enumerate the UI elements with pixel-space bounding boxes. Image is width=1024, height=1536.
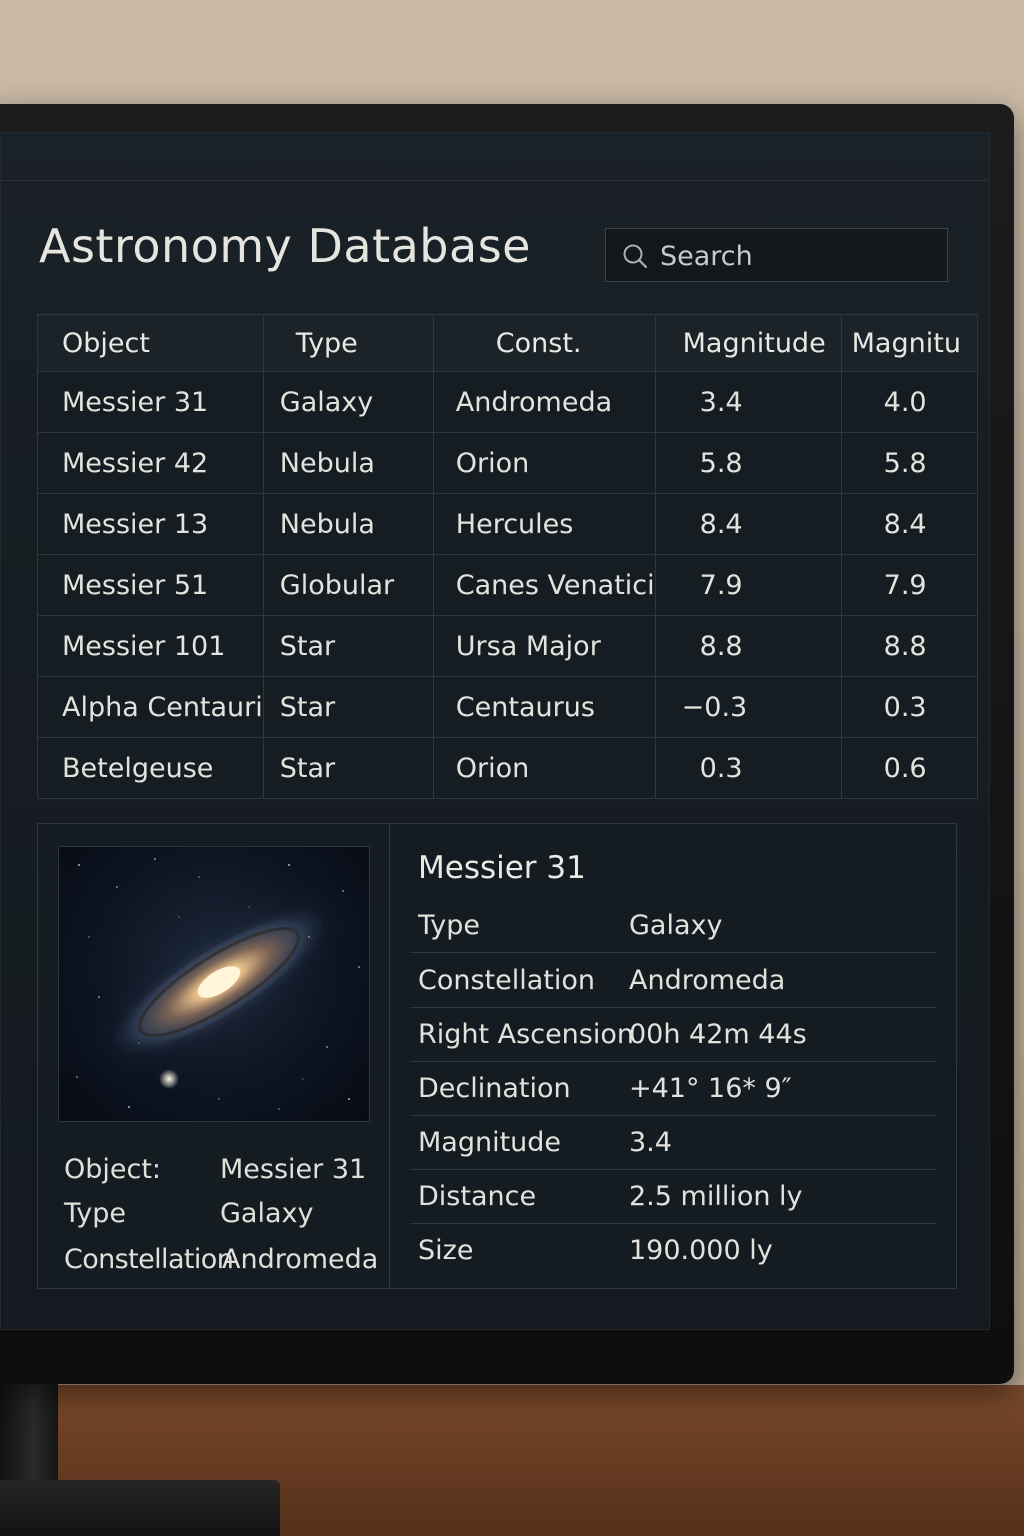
column-header-magnitude-2[interactable]: Magnitu	[840, 314, 978, 372]
cell-constellation: Andromeda	[432, 371, 656, 433]
cell-type: Star	[262, 676, 434, 738]
detail-panel: Object: Messier 31 Type Galaxy Constella…	[37, 823, 957, 1289]
property-row: Size 190.000 ly	[410, 1223, 936, 1277]
property-row: Magnitude 3.4	[410, 1115, 936, 1170]
property-value: Andromeda	[629, 965, 786, 996]
property-value: 00h 42m 44s	[629, 1019, 807, 1050]
cell-magnitude: 7.9	[654, 554, 842, 616]
galaxy-illustration	[71, 858, 367, 1110]
top-bar-divider	[1, 180, 987, 181]
cell-magnitude: 8.8	[654, 615, 842, 677]
page-title: Astronomy Database	[39, 219, 531, 273]
cell-object: Messier 13	[37, 493, 264, 555]
cell-magnitude-2: 7.9	[840, 554, 978, 616]
search-input[interactable]	[658, 237, 932, 275]
cell-constellation: Centaurus	[432, 676, 656, 738]
preview-value: Galaxy	[220, 1198, 314, 1229]
column-header-object[interactable]: Object	[37, 314, 264, 372]
table-row[interactable]: Messier 51 Globular Canes Venatici 7.9 7…	[37, 554, 978, 616]
property-value: 2.5 million ly	[629, 1181, 803, 1212]
cell-magnitude-2: 0.3	[840, 676, 978, 738]
cell-magnitude: −0.3	[654, 676, 842, 738]
table-row[interactable]: Alpha Centauri Star Centaurus −0.3 0.3	[37, 676, 978, 738]
cell-magnitude-2: 5.8	[840, 432, 978, 494]
preview-value: Andromeda	[222, 1244, 379, 1275]
preview-value: Messier 31	[220, 1154, 367, 1185]
cell-object: Messier 31	[37, 371, 264, 433]
property-row: Declination +41° 16* 9″	[410, 1061, 936, 1116]
table-header-row: Object Type Const. Magnitude Magnitu	[37, 314, 978, 372]
galaxy-image	[58, 846, 370, 1122]
cell-object: Betelgeuse	[37, 737, 264, 799]
property-row: Distance 2.5 million ly	[410, 1169, 936, 1224]
cell-magnitude: 5.8	[654, 432, 842, 494]
property-label: Magnitude	[418, 1127, 562, 1158]
detail-title: Messier 31	[418, 850, 586, 886]
table-row[interactable]: Messier 42 Nebula Orion 5.8 5.8	[37, 432, 978, 494]
cell-type: Star	[262, 737, 434, 799]
search-icon	[623, 244, 648, 269]
cell-constellation: Hercules	[432, 493, 656, 555]
column-header-constellation[interactable]: Const.	[432, 314, 656, 372]
property-label: Type	[418, 910, 481, 941]
property-label: Declination	[418, 1073, 571, 1104]
cell-magnitude-2: 8.8	[840, 615, 978, 677]
cell-magnitude-2: 0.6	[840, 737, 978, 799]
property-value: Galaxy	[629, 910, 723, 941]
column-header-magnitude[interactable]: Magnitude	[654, 314, 842, 372]
cell-constellation: Orion	[432, 737, 656, 799]
table-row[interactable]: Messier 101 Star Ursa Major 8.8 8.8	[37, 615, 978, 677]
preview-label: Object:	[64, 1154, 162, 1185]
property-label: Right Ascension	[418, 1019, 634, 1050]
cell-type: Galaxy	[262, 371, 434, 433]
cell-constellation: Ursa Major	[432, 615, 656, 677]
table-row[interactable]: Messier 31 Galaxy Andromeda 3.4 4.0	[37, 371, 978, 433]
search-box[interactable]	[605, 228, 948, 282]
detail-divider	[389, 824, 390, 1288]
cell-magnitude: 3.4	[654, 371, 842, 433]
cell-object: Alpha Centauri	[37, 676, 264, 738]
property-row: Type Galaxy	[410, 898, 936, 953]
cell-object: Messier 42	[37, 432, 264, 494]
cell-constellation: Canes Venatici	[432, 554, 656, 616]
objects-table: Object Type Const. Magnitude Magnitu Mes…	[37, 314, 978, 799]
property-label: Constellation	[418, 965, 596, 996]
cell-constellation: Orion	[432, 432, 656, 494]
preview-label: Constellation	[64, 1244, 234, 1275]
property-value: 3.4	[629, 1127, 672, 1158]
column-header-type[interactable]: Type	[262, 314, 434, 372]
cell-type: Globular	[262, 554, 434, 616]
property-label: Size	[418, 1235, 474, 1266]
table-row[interactable]: Messier 13 Nebula Hercules 8.4 8.4	[37, 493, 978, 555]
monitor-stand-base	[0, 1480, 280, 1536]
cell-object: Messier 101	[37, 615, 264, 677]
cell-magnitude: 0.3	[654, 737, 842, 799]
table-row[interactable]: Betelgeuse Star Orion 0.3 0.6	[37, 737, 978, 799]
cell-object: Messier 51	[37, 554, 264, 616]
cell-magnitude-2: 4.0	[840, 371, 978, 433]
property-row: Constellation Andromeda	[410, 953, 936, 1008]
property-label: Distance	[418, 1181, 537, 1212]
property-value: +41° 16* 9″	[629, 1073, 792, 1104]
cell-type: Star	[262, 615, 434, 677]
property-value: 190.000 ly	[629, 1235, 773, 1266]
preview-label: Type	[64, 1198, 127, 1229]
cell-type: Nebula	[262, 493, 434, 555]
app-window: Astronomy Database Object Type Const. Ma…	[0, 132, 990, 1330]
cell-type: Nebula	[262, 432, 434, 494]
property-row: Right Ascension 00h 42m 44s	[410, 1007, 936, 1062]
cell-magnitude: 8.4	[654, 493, 842, 555]
cell-magnitude-2: 8.4	[840, 493, 978, 555]
